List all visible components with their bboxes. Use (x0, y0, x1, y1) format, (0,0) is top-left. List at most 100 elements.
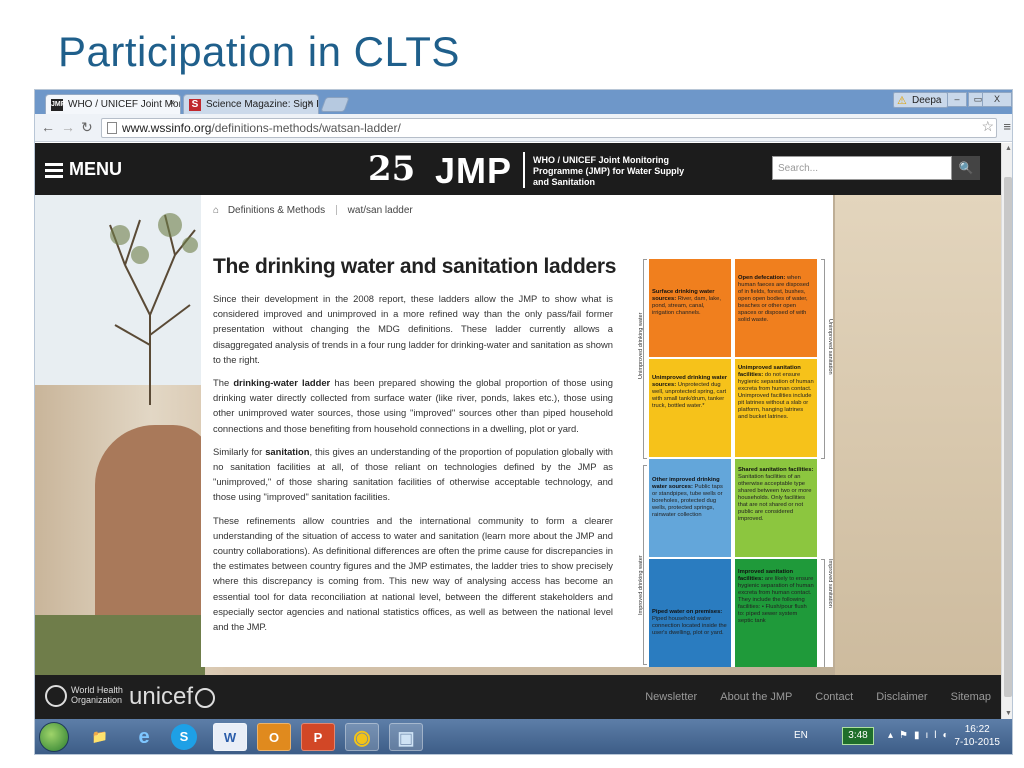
water-rung-piped: Piped water on premises: Piped household… (649, 559, 731, 667)
text: The (213, 377, 234, 389)
search-input[interactable]: Search... (772, 156, 952, 180)
footer-link-newsletter[interactable]: Newsletter (645, 691, 697, 703)
windows-taskbar: 📁 e S W O P ◉ ▣ EN 3:48 ▴⚑▮ıl◐ 16:22 7-1… (35, 719, 1012, 754)
paragraph: Similarly for sanitation, this gives an … (213, 444, 613, 505)
rung-text: do not ensure hygienic separation of hum… (738, 372, 814, 420)
tab-science-magazine[interactable]: S Science Magazine: Sign In × (183, 94, 319, 114)
who-emblem-icon (45, 685, 67, 707)
menu-label: MENU (69, 159, 122, 179)
water-rung-surface: Surface drinking water sources: River, d… (649, 259, 731, 357)
word-icon[interactable]: W (213, 723, 247, 751)
tree-illustration (109, 213, 198, 405)
bracket (821, 259, 825, 459)
rung-title: Piped water on premises: (652, 609, 723, 615)
outlook-icon[interactable]: O (257, 723, 291, 751)
sanitation-rung-shared: Shared sanitation facilities: Sanitation… (735, 459, 817, 557)
user-profile-badge[interactable]: ⚠ Deepa (893, 92, 949, 108)
science-favicon-icon: S (189, 99, 201, 111)
slide: Participation in CLTS JMP WHO / UNICEF J… (0, 0, 1024, 768)
unicef-emblem-icon (195, 687, 216, 708)
start-button[interactable] (39, 722, 69, 752)
content-card: ⌂ Definitions & Methods wat/san ladder T… (201, 195, 833, 667)
url-path: /definitions-methods/watsan-ladder/ (211, 121, 401, 135)
rung-text: Sanitation facilities of an otherwise ac… (738, 474, 812, 522)
reload-icon[interactable]: ↻ (81, 119, 93, 136)
sanitation-rung-unimproved: Unimproved sanitation facilities: do not… (735, 359, 817, 457)
breadcrumb: ⌂ Definitions & Methods wat/san ladder (213, 205, 413, 216)
footer-link-sitemap[interactable]: Sitemap (951, 691, 991, 703)
breadcrumb-separator (335, 205, 337, 216)
address-bar: ← → ↻ www.wssinfo.org/definitions-method… (35, 114, 1012, 142)
paragraph: These refinements allow countries and th… (213, 514, 613, 633)
home-icon[interactable]: ⌂ (213, 205, 219, 216)
tab-label: Science Magazine: Sign In (206, 99, 319, 110)
url-host: www.wssinfo.org (122, 121, 212, 135)
clock-date: 7-10-2015 (954, 737, 1000, 748)
25-years-logo: 25 (368, 149, 416, 189)
jmp-favicon-icon: JMP (51, 99, 65, 111)
scrollbar-thumb[interactable] (1004, 177, 1012, 697)
skype-icon[interactable]: S (171, 724, 197, 750)
footer-link-disclaimer[interactable]: Disclaimer (876, 691, 927, 703)
user-name: Deepa (912, 95, 942, 106)
page-icon (107, 122, 117, 134)
tab-close-icon[interactable]: × (307, 98, 313, 109)
unicef-logo[interactable]: unicef (129, 683, 216, 711)
who-logo[interactable]: World Health Organization (45, 685, 131, 707)
browser-menu-icon[interactable]: ≡ (1003, 119, 1011, 134)
ladder-graphic: Unimproved drinking water Improved drink… (637, 259, 833, 667)
file-explorer-icon[interactable]: 📁 (83, 723, 117, 751)
search-icon[interactable]: 🔍 (952, 156, 980, 180)
footer-link-about[interactable]: About the JMP (720, 691, 792, 703)
jmp-logo[interactable]: JMP (435, 150, 512, 192)
article-title: The drinking water and sanitation ladder… (213, 255, 617, 278)
back-arrow-icon[interactable]: ← (41, 119, 55, 135)
bookmark-star-icon[interactable]: ☆ (981, 118, 994, 135)
chrome-icon[interactable]: ◉ (345, 723, 379, 751)
breadcrumb-item[interactable]: Definitions & Methods (228, 205, 325, 216)
bold-text: drinking-water ladder (233, 377, 331, 389)
slide-title: Participation in CLTS (58, 28, 460, 75)
page-scrollbar[interactable]: ▲ ▼ (1001, 143, 1012, 719)
new-tab-button[interactable] (320, 97, 350, 112)
menu-button[interactable]: MENU (45, 159, 122, 181)
tab-bar: JMP WHO / UNICEF Joint Mon × S Science M… (35, 90, 1012, 114)
battery-indicator[interactable]: 3:48 (842, 727, 874, 745)
article-body: Since their development in the 2008 repo… (213, 291, 613, 642)
sanitation-rung-open-defecation: Open defecation: when human faeces are d… (735, 259, 817, 357)
tab-jmp[interactable]: JMP WHO / UNICEF Joint Mon × (45, 94, 181, 114)
rung-title: Open defecation: (738, 275, 786, 281)
tray-icons[interactable]: ▴⚑▮ıl◐ (888, 730, 955, 741)
footer-link-contact[interactable]: Contact (815, 691, 853, 703)
water-rung-unimproved: Unimproved drinking water sources: Unpro… (649, 359, 731, 457)
powerpoint-icon[interactable]: P (301, 723, 335, 751)
unimproved-sanitation-label: Unimproved sanitation (827, 319, 833, 375)
internet-explorer-icon[interactable]: e (127, 723, 161, 751)
logo-description: WHO / UNICEF Joint Monitoring Programme … (533, 155, 685, 187)
who-label: World Health Organization (71, 685, 123, 705)
warning-icon: ⚠ (897, 95, 907, 107)
bracket (643, 465, 647, 665)
minimize-button[interactable]: – (947, 92, 967, 107)
grass (35, 615, 205, 675)
hamburger-icon (45, 160, 63, 181)
site-footer: World Health Organization unicef Newslet… (35, 675, 1001, 719)
remote-desktop-icon[interactable]: ▣ (389, 723, 423, 751)
tab-close-icon[interactable]: × (169, 98, 175, 109)
scroll-up-icon[interactable]: ▲ (1005, 145, 1012, 152)
close-window-button[interactable]: X (982, 92, 1012, 107)
paragraph: The drinking-water ladder has been prepa… (213, 375, 613, 436)
improved-sanitation-label: Improved sanitation (827, 559, 833, 608)
forward-arrow-icon[interactable]: → (61, 119, 75, 135)
clock-time: 16:22 (964, 724, 990, 735)
browser-screenshot: JMP WHO / UNICEF Joint Mon × S Science M… (34, 89, 1013, 755)
scroll-down-icon[interactable]: ▼ (1005, 710, 1012, 717)
rung-text: are likely to ensure hygienic separation… (738, 576, 814, 624)
language-indicator[interactable]: EN (794, 730, 808, 741)
system-tray: EN 3:48 ▴⚑▮ıl◐ 16:22 7-10-2015 (784, 719, 1012, 754)
rock-wall (835, 195, 1001, 675)
url-input[interactable]: www.wssinfo.org/definitions-methods/wats… (101, 118, 997, 138)
site-header: MENU 25 JMP WHO / UNICEF Joint Monitorin… (35, 143, 1001, 195)
clock[interactable]: 16:22 7-10-2015 (954, 723, 1000, 749)
breadcrumb-item[interactable]: wat/san ladder (348, 205, 413, 216)
